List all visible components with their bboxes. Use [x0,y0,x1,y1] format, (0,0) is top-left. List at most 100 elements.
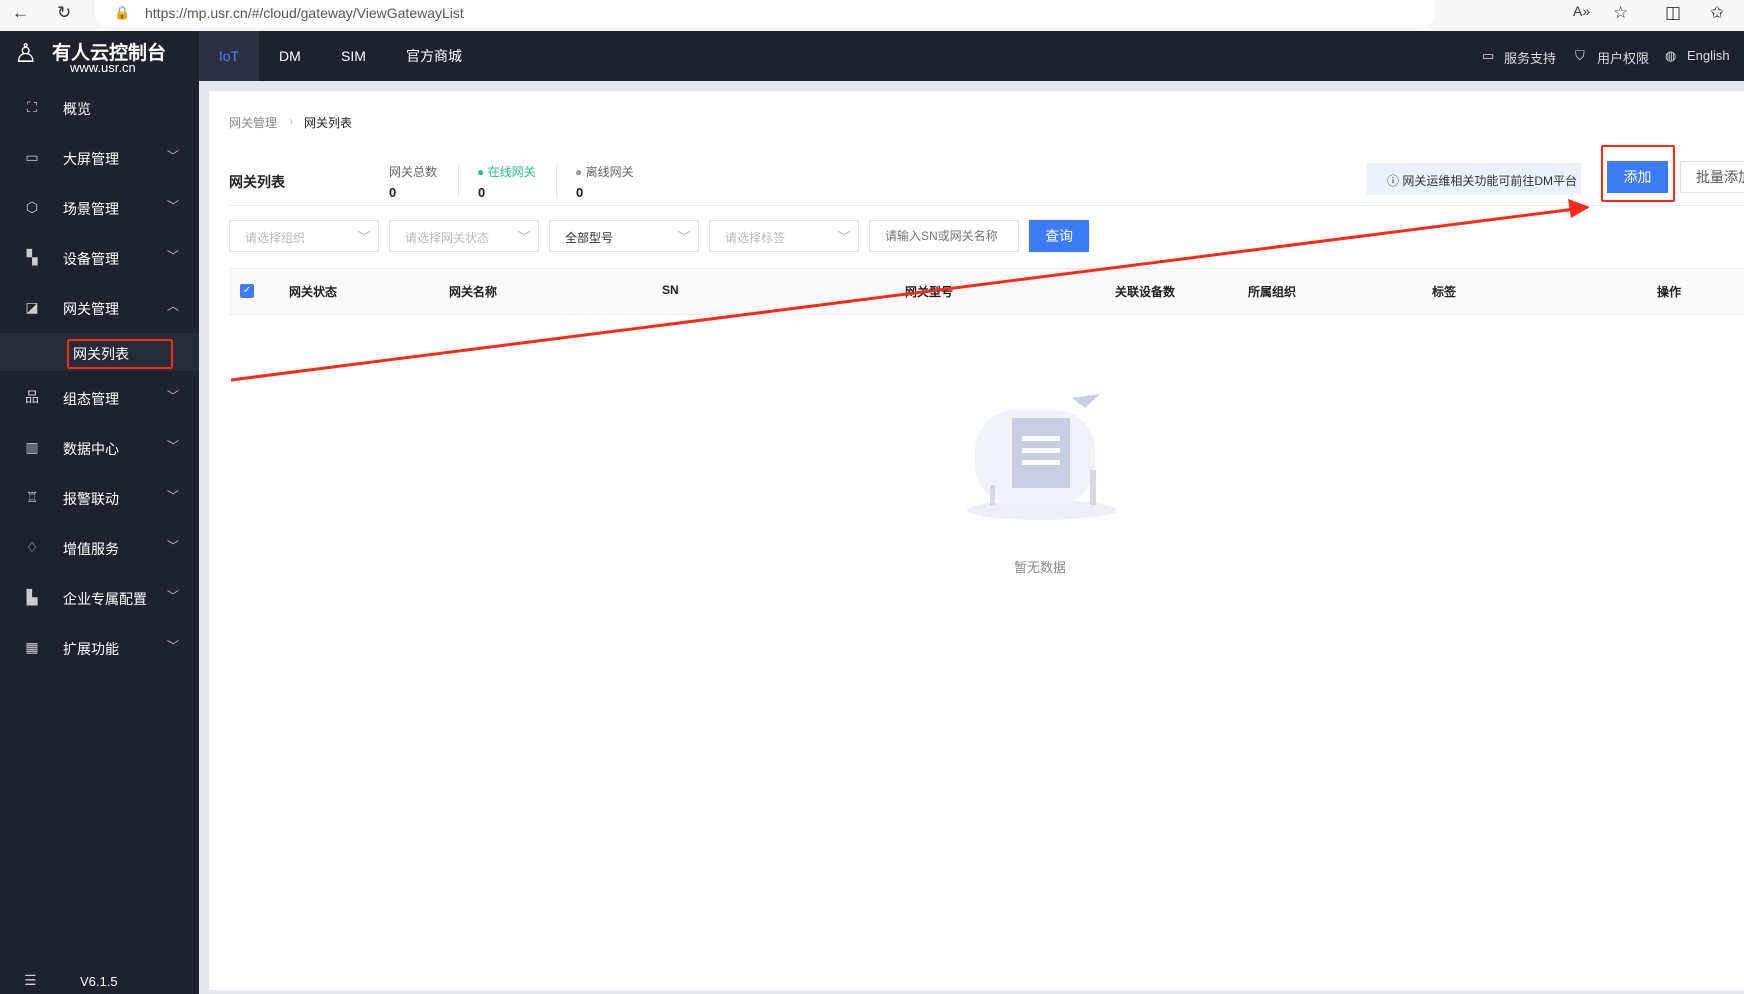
stat-offline-value: 0 [576,185,584,200]
favorite-star-icon[interactable]: ☆ [1613,3,1628,23]
chart-box-icon: ◪ [25,299,39,315]
hierarchy-icon: 品 [25,389,39,405]
chevron-down-icon: ﹀ [167,249,180,263]
chevron-down-icon: ﹀ [837,230,850,244]
chevron-down-icon: ﹀ [167,439,180,453]
breadcrumb-current: 网关列表 [304,116,353,130]
info-icon: ⓘ [1387,174,1400,188]
chevron-down-icon: ﹀ [167,149,180,163]
chevron-down-icon: ﹀ [167,539,180,553]
url-text[interactable]: https://mp.usr.cn/#/cloud/gateway/ViewGa… [145,5,464,21]
back-icon[interactable]: ← [12,3,29,23]
column-header-org[interactable]: 所属组织 [1248,283,1296,300]
empty-state-illustration-icon [967,394,1117,520]
chevron-down-icon: ﹀ [167,199,180,213]
sidebar-item-enterprise[interactable]: ▙ 企业专属配置 ﹀ [0,573,199,623]
sidebar-item-overview[interactable]: ⛶ 概览 [0,83,199,133]
divider [556,165,557,197]
stat-offline-label-text: 离线网关 [585,165,634,179]
tab-sim[interactable]: SIM [341,31,366,81]
divider [229,205,1744,206]
sidebar-item-scene[interactable]: ⬡ 场景管理 ﹀ [0,183,199,233]
lock-icon: 🔒 [114,5,131,20]
scan-icon: ⛶ [27,99,37,115]
globe-icon: ◍ [1665,48,1677,63]
chevron-down-icon: ﹀ [167,489,180,503]
org-select[interactable]: 请选择组织 ﹀ [229,220,379,252]
tab-dm[interactable]: DM [279,31,301,81]
logo-subtitle: www.usr.cn [70,60,136,75]
chevron-down-icon: ﹀ [677,230,690,244]
chat-icon: ▭ [1482,48,1495,63]
column-header-name[interactable]: 网关名称 [449,283,497,300]
sidebar-item-bigscreen[interactable]: ▭ 大屏管理 ﹀ [0,133,199,183]
model-select[interactable]: 全部型号 ﹀ [549,220,699,252]
select-all-checkbox[interactable]: ✓ [240,284,254,298]
breadcrumb-parent[interactable]: 网关管理 [229,114,277,131]
column-header-tags[interactable]: 标签 [1432,283,1456,300]
shield-icon: ⛉ [1575,48,1585,63]
column-header-actions[interactable]: 操作 [1657,283,1681,300]
org-select-placeholder: 请选择组织 [245,231,306,245]
chevron-down-icon: ﹀ [167,589,180,603]
sidebar-item-device[interactable]: ▚ 设备管理 ﹀ [0,233,199,283]
divider [458,165,459,197]
sidebar-item-value-added[interactable]: ♢ 增值服务 ﹀ [0,523,199,573]
user-permissions-link[interactable]: 用户权限 [1597,48,1649,67]
service-support-link[interactable]: 服务支持 [1504,48,1556,67]
stat-online-label-text: 在线网关 [487,165,536,179]
tag-select-placeholder: 请选择标签 [725,231,786,245]
sidebar-item-extensions[interactable]: ▦ 扩展功能 ﹀ [0,623,199,673]
language-switch[interactable]: English [1687,48,1730,63]
diamond-icon: ♢ [25,539,39,555]
info-banner: ⓘ 网关运维相关功能可前往DM平台 [1367,163,1581,195]
apps-icon: ▦ [25,639,39,655]
query-button[interactable]: 查询 [1029,220,1089,252]
collapse-menu-icon[interactable]: ☰ [24,972,37,989]
stat-total-label: 网关总数 [389,165,438,179]
browser-toolbar: ← ↻ 🔒 https://mp.usr.cn/#/cloud/gateway/… [0,0,1744,31]
favorites-icon[interactable]: ✩ [1710,3,1724,23]
sidebar-item-data-center[interactable]: ▥ 数据中心 ﹀ [0,423,199,473]
monitor-icon: ▭ [25,149,39,165]
tab-iot[interactable]: IoT [199,31,259,81]
column-header-model[interactable]: 网关型号 [905,283,953,300]
cube-icon: ⬡ [25,199,39,215]
version-label: V6.1.5 [80,974,118,989]
read-aloud-icon[interactable]: A» [1573,3,1590,19]
chevron-up-icon: ︿ [167,299,180,313]
sidebar-item-gateway[interactable]: ◪ 网关管理 ︿ [0,283,199,333]
breadcrumb-separator-icon: › [289,114,293,128]
building-icon: ▙ [26,589,38,605]
chevron-down-icon: ﹀ [167,639,180,653]
chevron-down-icon: ﹀ [357,230,370,244]
info-text: 网关运维相关功能可前往DM平台 [1402,174,1578,188]
column-header-status[interactable]: 网关状态 [289,283,337,300]
batch-add-button[interactable]: 批量添加 [1680,161,1744,193]
stat-online-label: ● 在线网关 [477,165,536,179]
sidebar-item-alarm[interactable]: ♖ 报警联动 ﹀ [0,473,199,523]
alarm-icon: ♖ [25,489,39,505]
stat-total-value: 0 [389,185,397,200]
sidebar-item-config[interactable]: 品组态管理 ﹀ [0,373,199,423]
column-header-sn[interactable]: SN [662,283,679,297]
chevron-down-icon: ﹀ [517,230,530,244]
search-input[interactable] [869,220,1019,252]
grid-icon: ▚ [26,249,38,265]
column-header-device-count[interactable]: 关联设备数 [1115,283,1175,300]
logo-person-icon: ♙ [14,38,38,68]
page-title: 网关列表 [229,174,285,190]
tab-official-store[interactable]: 官方商城 [406,31,462,81]
annotation-highlight-box [67,339,173,369]
status-select[interactable]: 请选择网关状态 ﹀ [389,220,539,252]
model-select-value: 全部型号 [565,231,614,245]
split-screen-icon[interactable]: ◫ [1665,3,1681,23]
stat-offline-label: ● 离线网关 [575,165,634,179]
status-select-placeholder: 请选择网关状态 [405,231,490,245]
empty-state-text: 暂无数据 [1014,560,1067,575]
annotation-highlight-box [1601,145,1675,202]
bar-chart-icon: ▥ [25,439,39,455]
stat-online-value: 0 [478,185,486,200]
reload-icon[interactable]: ↻ [57,3,71,23]
tag-select[interactable]: 请选择标签 ﹀ [709,220,859,252]
